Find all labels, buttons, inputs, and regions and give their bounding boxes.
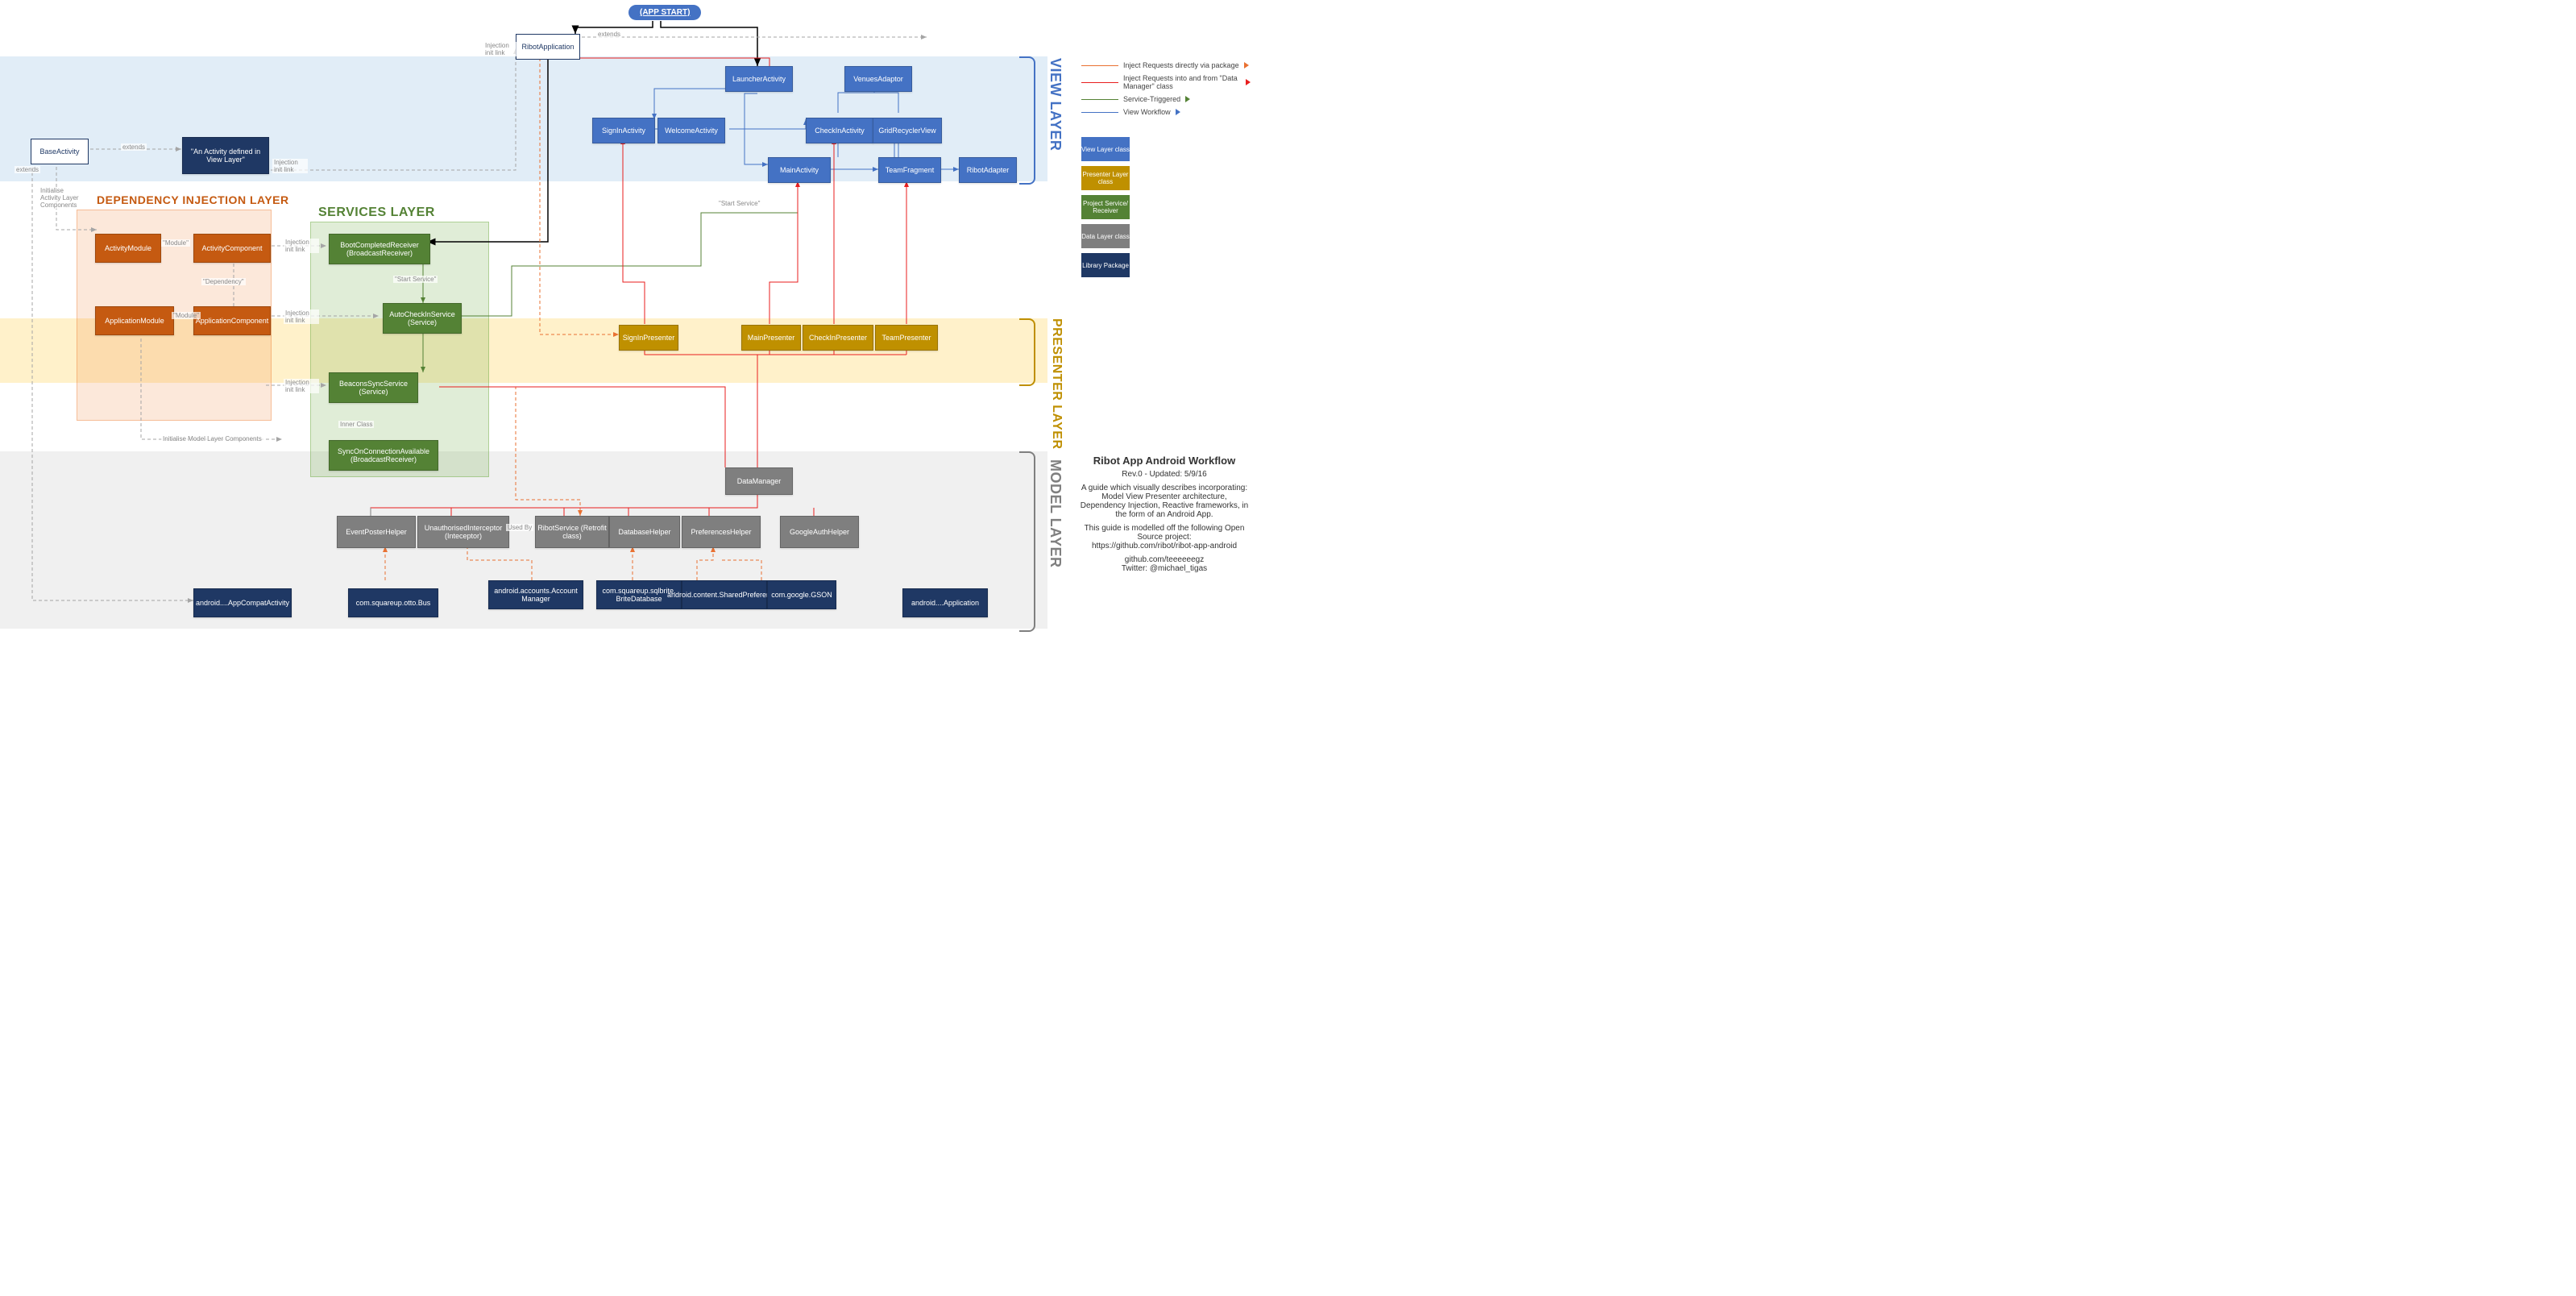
node-activity-defined: "An Activity defined in View Layer" <box>182 137 269 174</box>
bracket-view <box>1019 56 1035 185</box>
swatch-service: Project Service/ Receiver <box>1081 195 1130 219</box>
node-appcompat-activity: android....AppCompatActivity <box>193 588 292 617</box>
swatch-presenter: Presenter Layer class <box>1081 166 1130 190</box>
swatch-data: Data Layer class <box>1081 224 1130 248</box>
node-launcher-activity: LauncherActivity <box>725 66 793 92</box>
node-application-component: ApplicationComponent <box>193 306 271 335</box>
node-sync-on-connection: SyncOnConnectionAvailable (BroadcastRece… <box>329 440 438 471</box>
node-otto-bus: com.squareup.otto.Bus <box>348 588 438 617</box>
node-google-auth-helper: GoogleAuthHelper <box>780 516 859 548</box>
label-inj-link-0: Injection init link <box>272 159 308 173</box>
node-ribot-service: RibotService (Retrofit class) <box>535 516 609 548</box>
label-module-1: "Module" <box>161 239 190 247</box>
label-module-2: "Module" <box>172 312 201 319</box>
label-inner-class: Inner Class <box>338 421 374 428</box>
node-beacons-sync-service: BeaconsSyncService (Service) <box>329 372 418 403</box>
node-activity-module: ActivityModule <box>95 234 161 263</box>
services-layer-title: SERVICES LAYER <box>318 206 435 220</box>
info-rev: Rev.0 - Updated: 5/9/16 <box>1080 470 1249 479</box>
bracket-presenter <box>1019 318 1035 386</box>
node-shared-preferences: android.content.SharedPreferences <box>682 580 767 609</box>
node-ribot-adapter: RibotAdapter <box>959 157 1017 183</box>
label-init-activity: Initialise Activity Layer Components <box>39 187 86 209</box>
node-data-manager: DataManager <box>725 467 793 495</box>
node-welcome-activity: WelcomeActivity <box>657 118 725 143</box>
node-event-poster-helper: EventPosterHelper <box>337 516 416 548</box>
node-team-fragment: TeamFragment <box>878 157 941 183</box>
info-proj-url: https://github.com/ribot/ribot-app-andro… <box>1092 542 1237 550</box>
node-main-presenter: MainPresenter <box>741 325 801 351</box>
node-base-activity: BaseActivity <box>31 139 89 164</box>
label-extends-3: extends <box>15 166 40 173</box>
swatch-library: Library Package <box>1081 253 1130 277</box>
presenter-layer-title: PRESENTER LAYER <box>1049 318 1064 450</box>
node-team-presenter: TeamPresenter <box>875 325 938 351</box>
node-gson: com.google.GSON <box>767 580 836 609</box>
node-preferences-helper: PreferencesHelper <box>682 516 761 548</box>
info-panel: Ribot App Android Workflow Rev.0 - Updat… <box>1080 451 1249 578</box>
label-inj-link-2: Injection init link <box>284 309 319 324</box>
node-unauthorised-interceptor: UnauthorisedInterceptor (Inteceptor) <box>417 516 509 548</box>
info-title: Ribot App Android Workflow <box>1080 455 1249 467</box>
node-android-application: android....Application <box>902 588 988 617</box>
legend-blue: View Workflow <box>1123 108 1171 116</box>
label-dependency: "Dependency" <box>201 278 246 285</box>
label-inj-link-1: Injection init link <box>284 239 319 253</box>
swatch-view: View Layer class <box>1081 137 1130 161</box>
node-application-module: ApplicationModule <box>95 306 174 335</box>
legend: Inject Requests directly via package Inj… <box>1081 56 1251 282</box>
info-desc: A guide which visually describes incorpo… <box>1080 484 1249 519</box>
node-activity-component: ActivityComponent <box>193 234 271 263</box>
legend-green: Service-Triggered <box>1123 95 1180 103</box>
bracket-model <box>1019 451 1035 632</box>
diagram-canvas: VIEW LAYER PRESENTER LAYER MODEL LAYER D… <box>0 0 1257 645</box>
node-database-helper: DatabaseHelper <box>609 516 680 548</box>
node-venues-adaptor: VenuesAdaptor <box>844 66 912 92</box>
node-main-activity: MainActivity <box>768 157 831 183</box>
legend-red: Inject Requests into and from "Data Mana… <box>1123 74 1241 90</box>
di-layer-title: DEPENDENCY INJECTION LAYER <box>97 193 289 206</box>
info-gh: github.com/teeeeeegz <box>1125 555 1204 564</box>
label-start-service-2: "Start Service" <box>717 200 761 207</box>
node-auto-checkin-service: AutoCheckInService (Service) <box>383 303 462 334</box>
model-layer-title: MODEL LAYER <box>1047 459 1064 568</box>
label-inj-link-4: Injection init link <box>483 42 519 56</box>
app-start-pill: (APP START) <box>628 5 701 20</box>
label-start-service-1: "Start Service" <box>393 276 438 283</box>
node-checkin-presenter: CheckInPresenter <box>803 325 873 351</box>
view-layer-title: VIEW LAYER <box>1047 58 1064 151</box>
node-account-manager: android.accounts.Account Manager <box>488 580 583 609</box>
label-inj-link-3: Injection init link <box>284 379 319 393</box>
info-tw: Twitter: @michael_tigas <box>1122 564 1207 573</box>
node-signin-presenter: SignInPresenter <box>619 325 678 351</box>
label-init-model: Initialise Model Layer Components <box>161 435 263 442</box>
legend-orange: Inject Requests directly via package <box>1123 61 1239 69</box>
node-grid-recycler-view: GridRecyclerView <box>873 118 942 143</box>
node-ribot-application: RibotApplication <box>516 34 580 60</box>
label-extends-1: extends <box>121 143 147 151</box>
label-extends-2: extends <box>596 31 622 38</box>
node-boot-completed-receiver: BootCompletedReceiver (BroadcastReceiver… <box>329 234 430 264</box>
node-checkin-activity: CheckInActivity <box>806 118 873 143</box>
label-used-by: Used By <box>506 524 533 531</box>
info-proj-line: This guide is modelled off the following… <box>1085 524 1245 542</box>
node-signin-activity: SignInActivity <box>592 118 655 143</box>
